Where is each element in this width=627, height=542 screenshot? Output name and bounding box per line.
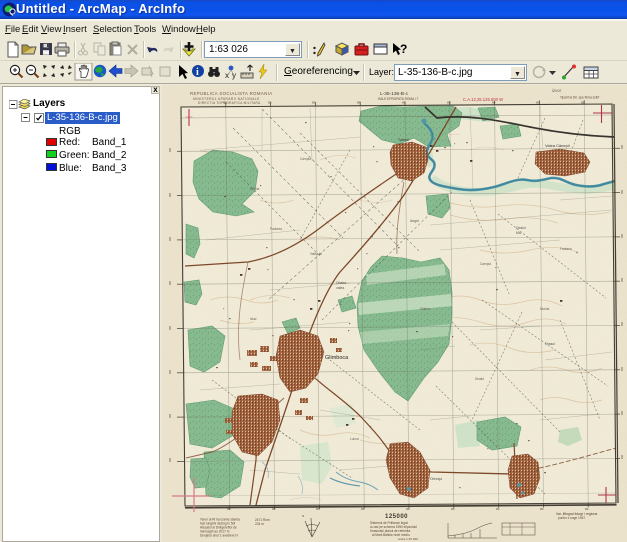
svg-text:?: ? xyxy=(400,42,407,56)
svg-text:x: x xyxy=(225,71,229,80)
svg-text:i: i xyxy=(196,67,199,78)
